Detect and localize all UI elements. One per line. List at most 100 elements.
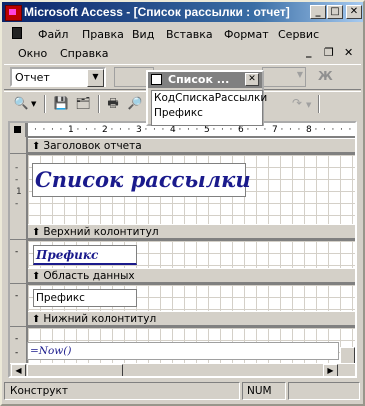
ruler-tick: · bbox=[76, 125, 80, 135]
field-item-prefix[interactable]: Префикс bbox=[154, 106, 262, 121]
window-title: Microsoft Access - [Список рассылки : от… bbox=[24, 5, 290, 19]
ruler-tick: · bbox=[187, 125, 190, 135]
document-icon[interactable] bbox=[12, 27, 22, 39]
menu-tools[interactable]: Сервис bbox=[278, 28, 319, 41]
size-chevron-icon: ▼ bbox=[296, 70, 303, 79]
ruler-tick: · bbox=[34, 125, 37, 135]
band-page-header[interactable]: ⬆ Верхний колонтитул bbox=[28, 224, 355, 239]
access-app-icon[interactable] bbox=[5, 5, 22, 21]
ruler-tick: · bbox=[195, 125, 199, 135]
menu-edit[interactable]: Правка bbox=[82, 28, 124, 41]
scroll-thumb[interactable] bbox=[27, 364, 123, 376]
band-selector-4[interactable] bbox=[10, 311, 26, 327]
ruler-tick: · bbox=[246, 125, 250, 135]
menu-format[interactable]: Формат bbox=[224, 28, 269, 41]
menu-help[interactable]: Справка bbox=[60, 47, 108, 60]
ruler-tick: · bbox=[119, 125, 122, 135]
save-icon[interactable]: 💾 bbox=[52, 94, 70, 112]
ruler-tick: · bbox=[51, 125, 54, 135]
report-selector[interactable] bbox=[10, 123, 26, 137]
report-title-label[interactable]: Список рассылки bbox=[32, 163, 251, 197]
field-item-id[interactable]: КодСпискаРассылки bbox=[154, 91, 267, 106]
ruler-tick: · bbox=[263, 125, 267, 135]
status-mode: Конструкт bbox=[4, 382, 240, 400]
print-preview-icon[interactable]: 🔎 bbox=[126, 94, 144, 112]
ruler-tick: · bbox=[212, 125, 216, 135]
size-combo-disabled[interactable]: ▼ bbox=[262, 67, 306, 87]
ruler-tick: · bbox=[178, 125, 182, 135]
report-selector-marker bbox=[14, 126, 21, 133]
prefix-label[interactable]: Префикс bbox=[33, 245, 137, 265]
menu-file[interactable]: Файл bbox=[38, 28, 68, 41]
prefix-textbox[interactable]: Префикс bbox=[33, 289, 137, 307]
section-page-footer[interactable]: =Now() bbox=[27, 328, 355, 364]
ruler-tick: · bbox=[93, 125, 97, 135]
field-list-icon bbox=[151, 74, 162, 85]
ruler-tick: · bbox=[331, 125, 335, 135]
menu-window[interactable]: Окно bbox=[18, 47, 47, 60]
file-search-icon[interactable]: 🗂 bbox=[74, 94, 92, 112]
close-button[interactable]: ✕ bbox=[346, 5, 362, 19]
section-page-header[interactable]: Префикс bbox=[28, 241, 355, 268]
field-list-window[interactable]: Список ... ✕ КодСпискаРассылки Префикс bbox=[146, 70, 267, 126]
object-combo-value: Отчет bbox=[15, 71, 50, 84]
toolbar-separator bbox=[44, 95, 46, 113]
report-design-surface: ····1···2···3···4···5···6···7···8·······… bbox=[8, 121, 357, 378]
menu-insert[interactable]: Вставка bbox=[166, 28, 213, 41]
vruler-report-header: -- 1- bbox=[15, 163, 22, 209]
prefix-textbox-text: Префикс bbox=[36, 292, 85, 304]
view-dropdown-icon[interactable]: ▼ bbox=[31, 100, 36, 108]
title-bar[interactable]: Microsoft Access - [Список рассылки : от… bbox=[2, 2, 363, 22]
vruler-page-footer: -- bbox=[15, 334, 19, 358]
redo-icon[interactable]: ↷ bbox=[288, 94, 306, 112]
toolbar-separator-2 bbox=[98, 95, 100, 113]
mdi-close-button[interactable]: ✕ bbox=[344, 46, 353, 59]
band-selector-2[interactable] bbox=[10, 224, 26, 240]
minimize-button[interactable]: _ bbox=[310, 5, 326, 19]
vruler-page-header: - bbox=[15, 247, 19, 257]
section-report-header[interactable]: Список рассылки bbox=[28, 155, 355, 225]
band-detail[interactable]: ⬆ Область данных bbox=[28, 268, 355, 283]
band-page-footer[interactable]: ⬆ Нижний колонтитул bbox=[28, 311, 355, 326]
ruler-mark: 2 bbox=[102, 125, 108, 135]
ruler-tick: · bbox=[153, 125, 156, 135]
ruler-mark: 6 bbox=[238, 125, 244, 135]
band-arrow-icon: ⬆ bbox=[32, 141, 41, 152]
print-icon[interactable]: 🖶 bbox=[104, 94, 122, 112]
object-combo[interactable]: Отчет ▼ bbox=[10, 67, 106, 87]
ruler-tick: · bbox=[85, 125, 88, 135]
mdi-restore-button[interactable]: ❐ bbox=[324, 46, 334, 59]
view-icon[interactable]: 🔍 bbox=[12, 94, 30, 112]
maximize-button[interactable]: □ bbox=[327, 5, 343, 19]
ruler-mark: 1 bbox=[68, 125, 74, 135]
band-report-header[interactable]: ⬆ Заголовок отчета bbox=[28, 138, 355, 153]
field-list-close-button[interactable]: ✕ bbox=[245, 73, 259, 86]
scroll-left-icon[interactable]: ◀ bbox=[11, 364, 26, 376]
ruler-tick: · bbox=[280, 125, 284, 135]
ruler-tick: · bbox=[340, 125, 343, 135]
horizontal-scrollbar[interactable]: ◀ ▶ bbox=[10, 363, 355, 376]
ruler-tick: · bbox=[161, 125, 165, 135]
menu-bar-row-2: Окно Справка _ ❐ ✕ bbox=[4, 45, 361, 63]
band-report-header-label: Заголовок отчета bbox=[43, 140, 142, 152]
ruler-tick: · bbox=[127, 125, 131, 135]
band-selector[interactable] bbox=[10, 138, 26, 154]
menu-view[interactable]: Вид bbox=[132, 28, 154, 41]
bold-button[interactable]: Ж bbox=[318, 69, 333, 83]
band-selector-3[interactable] bbox=[10, 268, 26, 284]
band-arrow-icon: ⬆ bbox=[32, 314, 41, 325]
ruler-tick: · bbox=[221, 125, 224, 135]
section-detail[interactable]: Префикс bbox=[28, 285, 355, 313]
vruler-detail: - bbox=[15, 291, 19, 301]
chevron-down-icon[interactable]: ▼ bbox=[87, 69, 104, 87]
redo-dropdown-icon[interactable]: ▼ bbox=[306, 101, 311, 109]
ruler-tick: · bbox=[110, 125, 114, 135]
mdi-minimize-button[interactable]: _ bbox=[306, 45, 312, 58]
ruler-tick: · bbox=[323, 125, 326, 135]
band-page-header-label: Верхний колонтитул bbox=[43, 226, 159, 238]
ruler-tick: · bbox=[348, 125, 352, 135]
now-textbox-text: =Now() bbox=[30, 345, 72, 357]
band-arrow-icon: ⬆ bbox=[32, 227, 41, 238]
scroll-right-icon[interactable]: ▶ bbox=[323, 364, 338, 376]
now-textbox[interactable]: =Now() bbox=[27, 342, 339, 360]
